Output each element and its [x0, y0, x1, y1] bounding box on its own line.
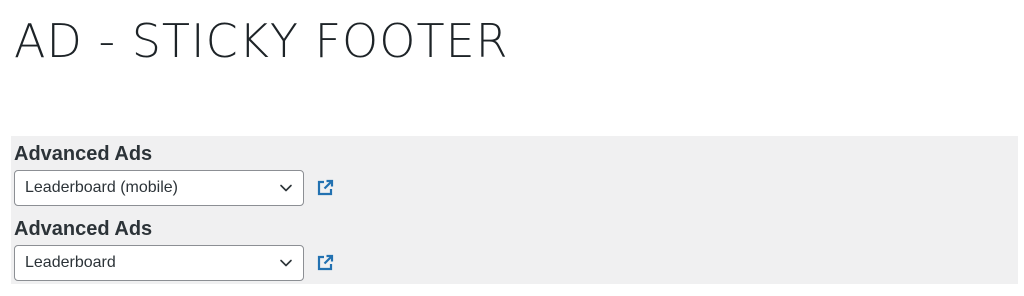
chevron-down-icon	[280, 184, 292, 192]
ad-select-dropdown[interactable]: Leaderboard (mobile)	[14, 170, 304, 206]
ad-select-dropdown[interactable]: Leaderboard	[14, 245, 304, 281]
advanced-ads-widget-2: Advanced Ads Leaderboard	[14, 217, 334, 281]
widget-label: Advanced Ads	[14, 143, 153, 165]
widget-panel: Advanced Ads Leaderboard (mobile) Advanc…	[11, 136, 1018, 284]
page-title: AD - STICKY FOOTER	[14, 14, 509, 68]
advanced-ads-widget-1: Advanced Ads Leaderboard (mobile)	[14, 142, 334, 206]
external-link-icon[interactable]	[316, 179, 334, 197]
ad-select-value: Leaderboard	[25, 254, 116, 271]
widget-label: Advanced Ads	[14, 218, 153, 240]
chevron-down-icon	[280, 259, 292, 267]
widget-row: Leaderboard (mobile)	[14, 170, 334, 206]
ad-select-value: Leaderboard (mobile)	[25, 179, 178, 196]
external-link-icon[interactable]	[316, 254, 334, 272]
widget-row: Leaderboard	[14, 245, 334, 281]
